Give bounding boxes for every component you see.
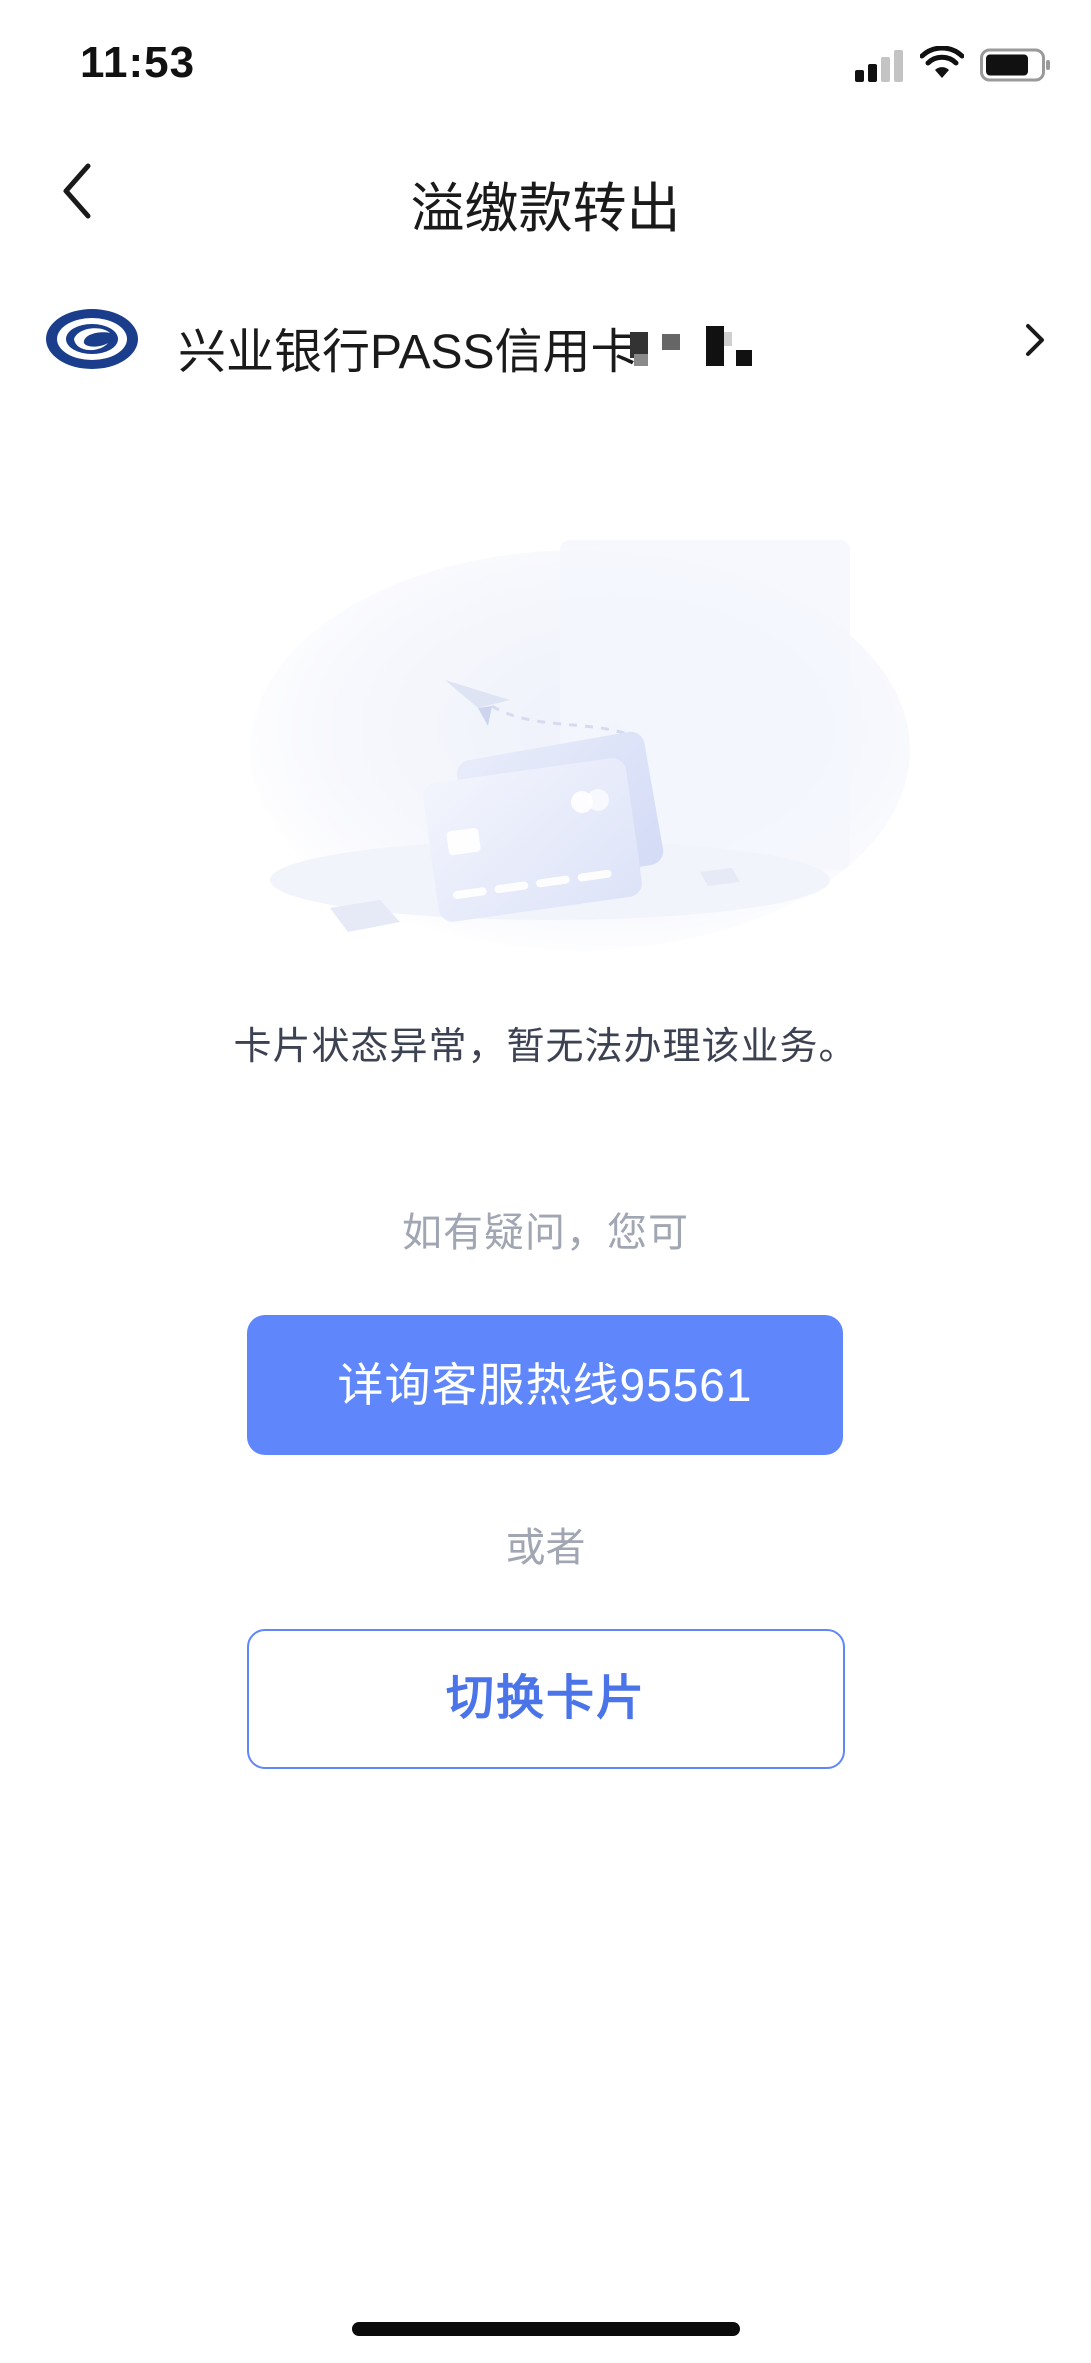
wifi-icon xyxy=(920,46,964,78)
status-time: 11:53 xyxy=(80,38,196,87)
card-selector[interactable]: 兴业银行PASS信用卡 xyxy=(0,280,1091,400)
or-divider-text: 或者 xyxy=(505,1526,586,1570)
battery-icon xyxy=(980,48,1050,82)
masked-card-number xyxy=(610,304,790,384)
error-message: 卡片状态异常，暂无法办理该业务。 xyxy=(233,1026,858,1068)
hint-text: 如有疑问，您可 xyxy=(402,1211,689,1255)
page-title: 溢缴款转出 xyxy=(410,179,681,239)
call-hotline-button[interactable]: 详询客服热线95561 xyxy=(247,1315,843,1455)
home-indicator[interactable] xyxy=(352,2322,740,2336)
cib-bank-logo xyxy=(46,309,138,369)
chevron-right-icon xyxy=(1026,324,1044,356)
switch-card-button[interactable]: 切换卡片 xyxy=(247,1629,845,1769)
cellular-signal-icon xyxy=(855,48,905,82)
status-bar: 11:53 xyxy=(0,0,1091,130)
card-name: 兴业银行PASS信用卡 xyxy=(178,326,639,379)
nav-bar: 溢缴款转出 xyxy=(0,130,1091,260)
credit-card-illustration xyxy=(250,540,910,950)
